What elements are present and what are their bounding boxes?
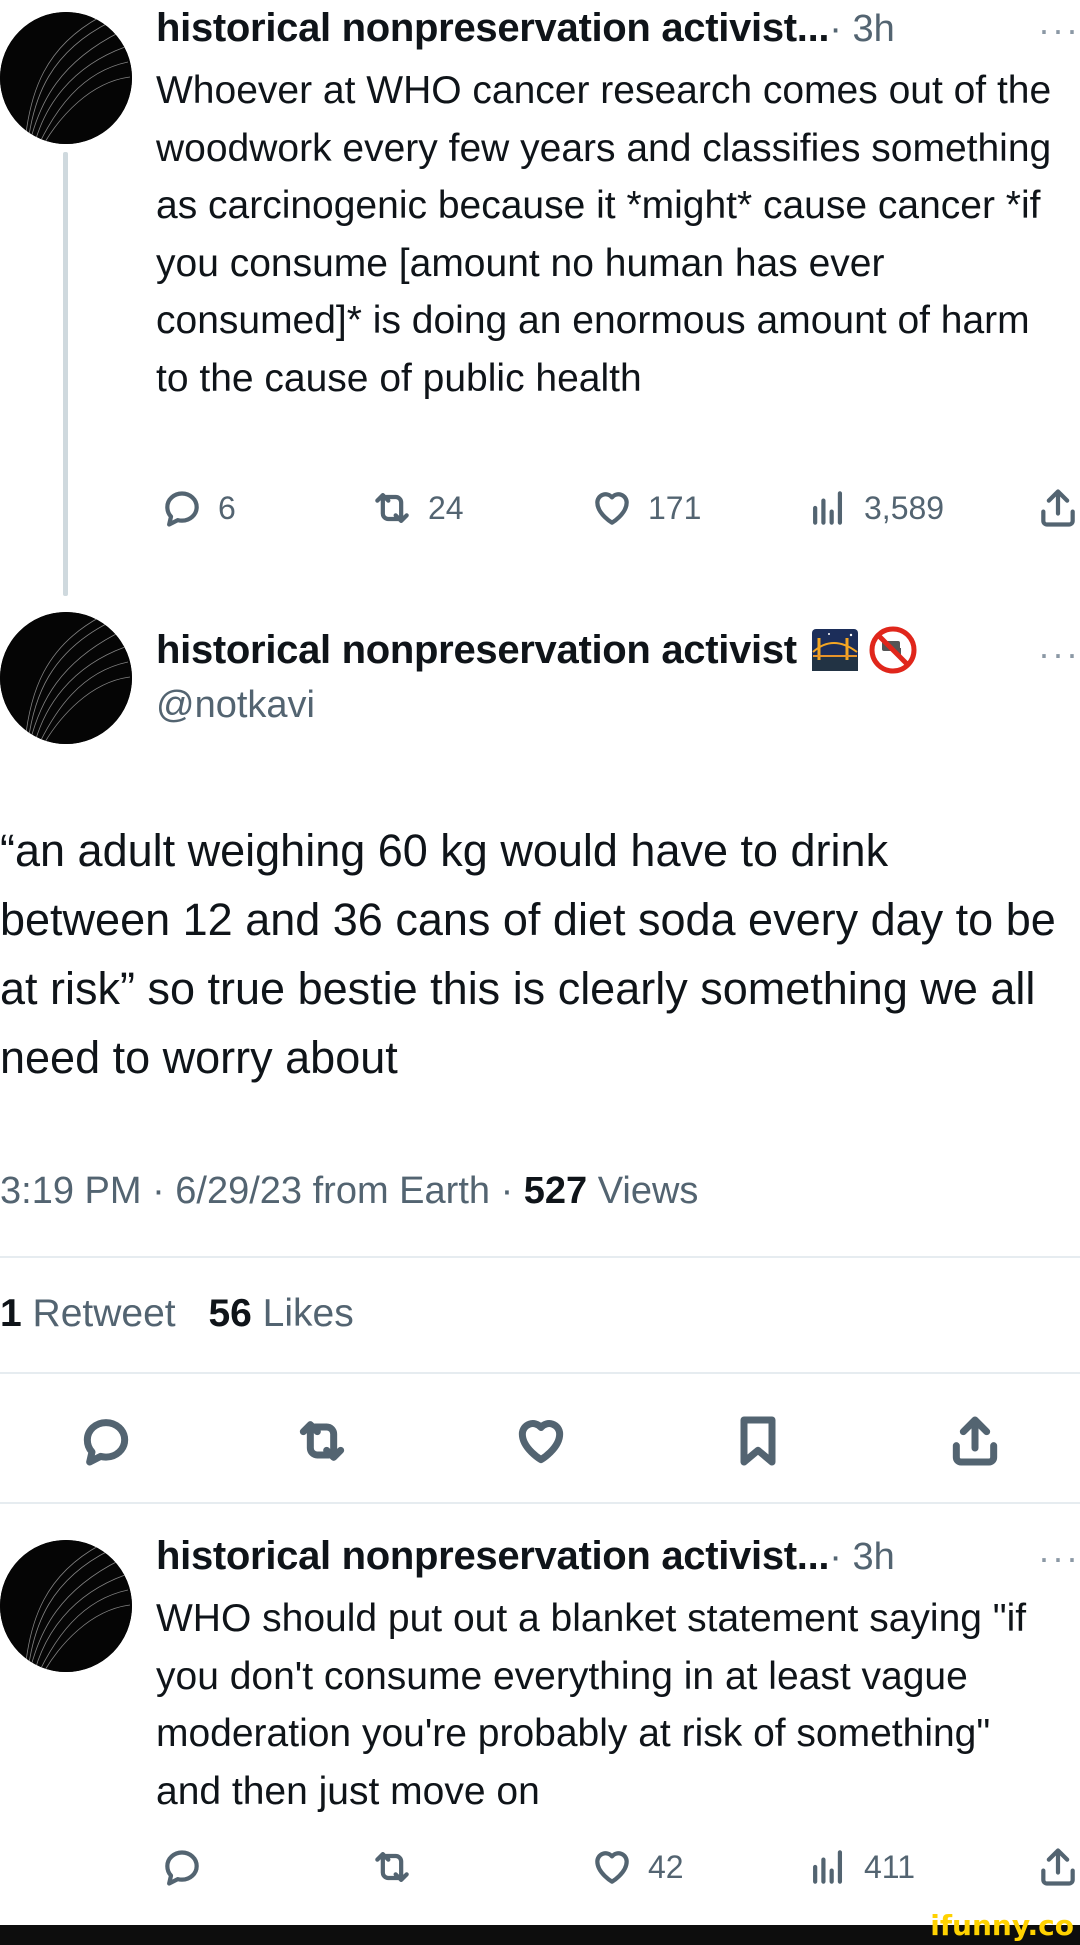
author-name[interactable]: historical nonpreservation activist...: [156, 6, 830, 51]
timestamp[interactable]: · 3h: [829, 1536, 894, 1579]
retweet-button[interactable]: [294, 1413, 350, 1474]
like-button[interactable]: 171: [590, 486, 701, 530]
share-icon: [1041, 1848, 1075, 1886]
divider: [0, 1372, 1080, 1374]
more-options-icon[interactable]: ···: [1038, 636, 1080, 672]
views-button[interactable]: 3,589: [806, 486, 944, 530]
bookmark-button[interactable]: [730, 1413, 786, 1474]
view-count: 3,589: [864, 489, 945, 526]
no-drinking-water-emoji-icon: [869, 626, 917, 674]
share-icon: [1041, 489, 1075, 527]
like-button[interactable]: 42: [590, 1845, 684, 1889]
tweet-text: “an adult weighing 60 kg would have to d…: [0, 825, 1056, 1083]
avatar-art: [0, 612, 132, 744]
tweet-text: Whoever at WHO cancer research comes out…: [156, 69, 1052, 400]
share-button[interactable]: [947, 1413, 1003, 1474]
likes-label: Likes: [251, 1292, 354, 1335]
more-options-icon[interactable]: ···: [1038, 1540, 1080, 1576]
watermark-logo: ifunny.co: [930, 1909, 1074, 1942]
retweet-count: 24: [428, 489, 464, 526]
likes-total: 56: [208, 1292, 252, 1335]
retweets-stat[interactable]: 1 Retweet: [0, 1292, 176, 1335]
views-count: 527: [523, 1170, 588, 1212]
avatar-art: [0, 1540, 132, 1672]
retweet-icon: [375, 1852, 409, 1882]
reply-button[interactable]: [78, 1413, 134, 1474]
share-button[interactable]: [1036, 486, 1080, 530]
bridge-at-night-emoji-icon: [811, 629, 858, 671]
avatar[interactable]: [0, 12, 132, 144]
view-count: 411: [864, 1848, 916, 1885]
heart-icon: [518, 1420, 564, 1464]
retweet-label: Retweet: [21, 1292, 176, 1335]
tweet-timestamp[interactable]: 3:19 PM · 6/29/23 from Earth ·: [0, 1170, 524, 1212]
bookmark-icon: [740, 1416, 776, 1466]
reply-count: 6: [218, 489, 236, 526]
reply-button[interactable]: [160, 1845, 204, 1889]
reply-icon: [165, 1850, 199, 1886]
retweet-button[interactable]: 24: [370, 486, 464, 530]
likes-stat[interactable]: 56 Likes: [208, 1292, 353, 1335]
avatar-art: [0, 12, 132, 144]
share-button[interactable]: [1036, 1845, 1080, 1889]
divider: [0, 1502, 1080, 1504]
author-name[interactable]: historical nonpreservation activist: [156, 628, 797, 673]
heart-icon: [595, 492, 629, 525]
like-count: 171: [648, 489, 702, 526]
reply-button[interactable]: 6: [160, 486, 236, 530]
retweet-icon: [375, 493, 409, 523]
tweet-text: WHO should put out a blanket statement s…: [156, 1597, 1027, 1813]
retweet-button[interactable]: [370, 1845, 414, 1889]
avatar[interactable]: [0, 1540, 132, 1672]
share-icon: [952, 1416, 998, 1466]
heart-icon: [595, 1851, 629, 1884]
like-count: 42: [648, 1848, 684, 1885]
avatar[interactable]: [0, 612, 132, 744]
author-handle[interactable]: @notkavi: [156, 684, 315, 727]
views-label: Views: [587, 1170, 699, 1212]
author-name[interactable]: historical nonpreservation activist...: [156, 1534, 830, 1579]
more-options-icon[interactable]: ···: [1038, 12, 1080, 48]
like-button[interactable]: [513, 1413, 569, 1474]
timestamp[interactable]: · 3h: [829, 8, 894, 51]
reply-icon: [165, 491, 199, 527]
analytics-icon: [813, 491, 843, 525]
analytics-icon: [813, 1850, 843, 1884]
views-button[interactable]: 411: [806, 1845, 915, 1889]
thread-line: [63, 152, 68, 596]
reply-icon: [83, 1419, 129, 1466]
watermark-bar: ifunny.co: [0, 1909, 1080, 1945]
divider: [0, 1256, 1080, 1258]
retweet-icon: [299, 1421, 345, 1461]
retweet-total: 1: [0, 1292, 22, 1335]
